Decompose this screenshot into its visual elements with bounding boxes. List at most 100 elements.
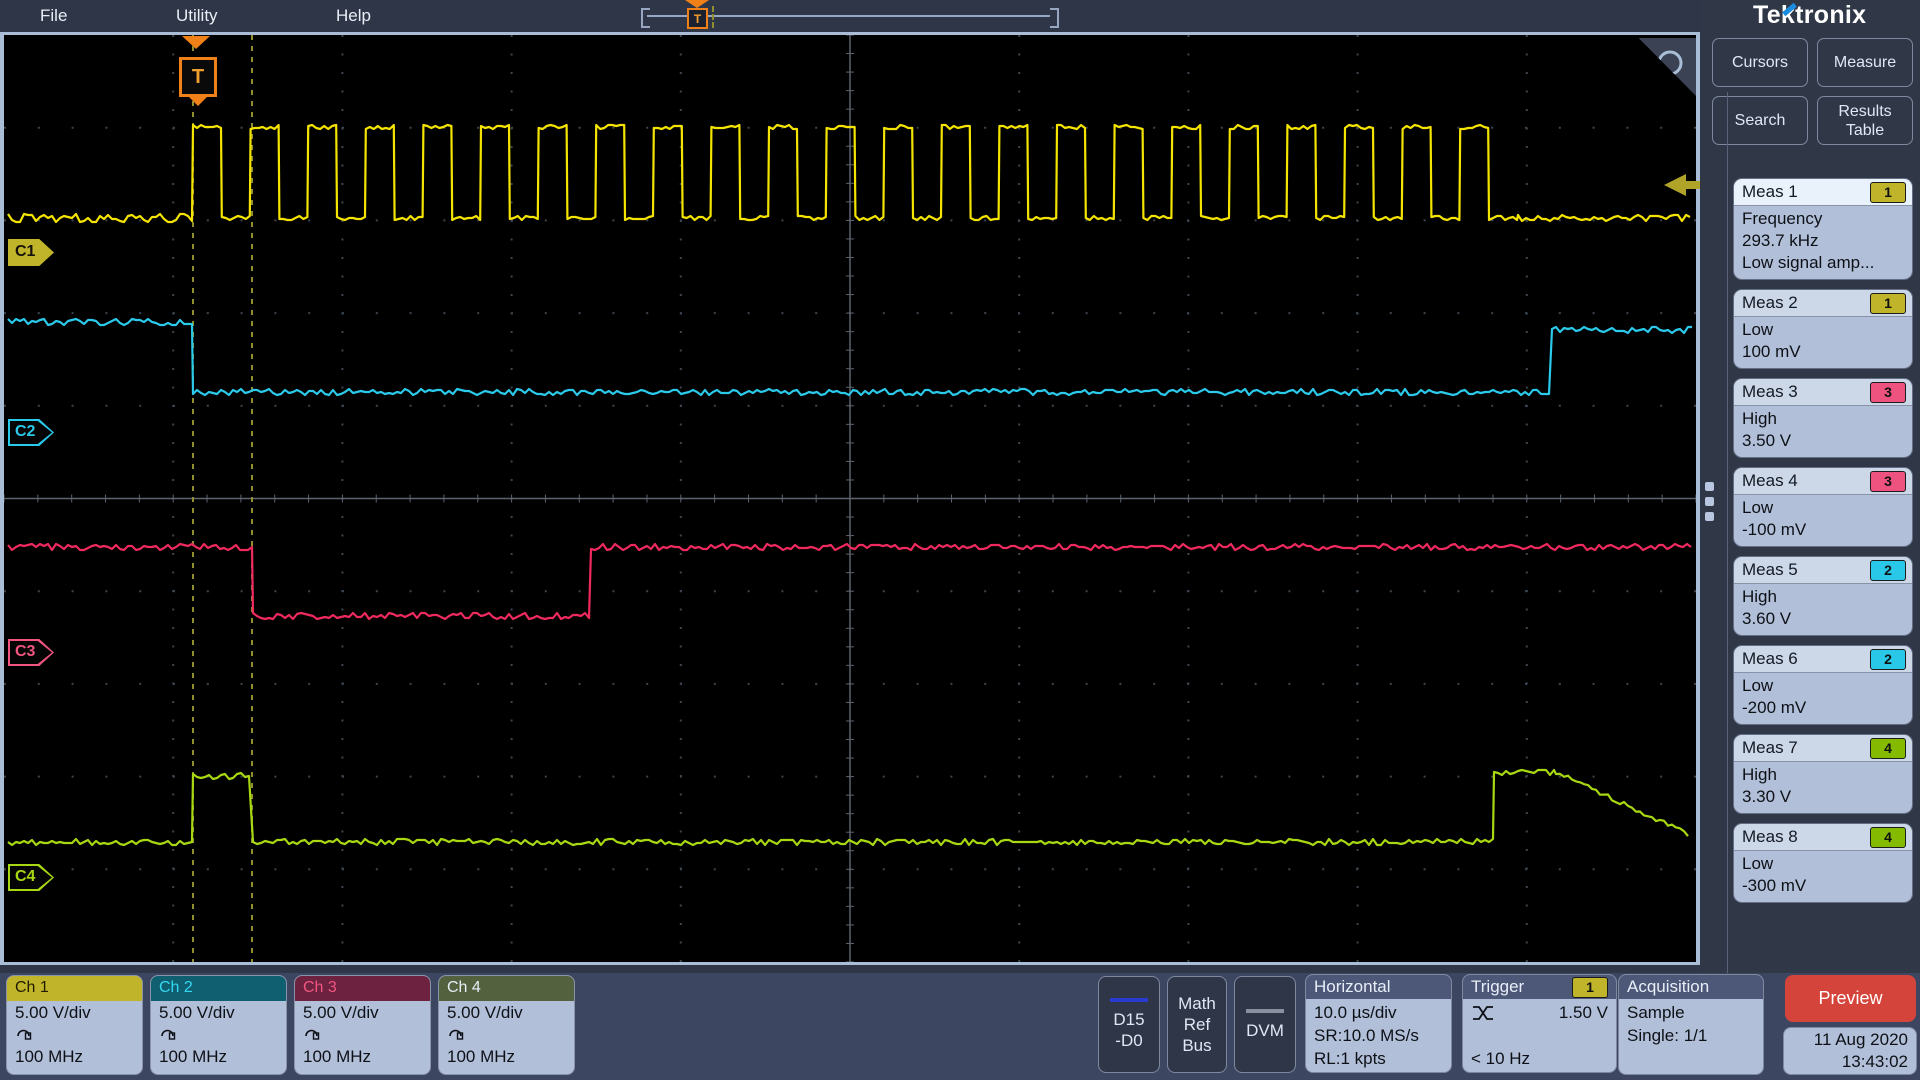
channel-tag-label: C2 [15, 423, 35, 441]
channel-label: Ch 2 [151, 976, 286, 1001]
channel-bandwidth: 100 MHz [159, 1046, 278, 1068]
meas-type: High [1742, 408, 1904, 430]
dvm-label: DVM [1246, 1020, 1284, 1041]
panel-drag-handle[interactable] [1701, 482, 1717, 530]
trigger-marker-pointer-icon [189, 97, 207, 106]
meas-title: Meas 2 [1742, 293, 1798, 313]
results-table-button[interactable]: Results Table [1817, 96, 1913, 145]
acquisition-title: Acquisition [1627, 977, 1709, 997]
meas-type: High [1742, 586, 1904, 608]
preview-button[interactable]: Preview [1785, 975, 1916, 1022]
meas-title: Meas 6 [1742, 649, 1798, 669]
channel-scale: 5.00 V/div [159, 1002, 278, 1024]
channel-bandwidth: 100 MHz [303, 1046, 422, 1068]
digital-accent-line [1110, 998, 1148, 1002]
trigger-level: 1.50 V [1559, 1001, 1608, 1024]
dvm-accent-line [1246, 1009, 1284, 1013]
horizontal-panel[interactable]: Horizontal 10.0 µs/div SR:10.0 MS/s RL:1… [1305, 974, 1452, 1073]
meas-tile-2[interactable]: Meas 2 1 Low100 mV [1733, 289, 1913, 369]
channel-label: Ch 3 [295, 976, 430, 1001]
meas-value: 3.50 V [1742, 430, 1904, 452]
probe-icon [303, 1025, 320, 1040]
dvm-button[interactable]: DVM [1234, 976, 1296, 1073]
trigger-level-arrow-tail [1686, 181, 1700, 189]
channel-badge-ch3[interactable]: Ch 3 5.00 V/div 100 MHz [294, 975, 431, 1075]
probe-icon [15, 1025, 32, 1040]
acquisition-mode: Sample [1627, 1001, 1755, 1024]
trigger-position-flag[interactable]: T [687, 8, 708, 29]
time-text: 13:43:02 [1842, 1051, 1908, 1073]
digital-label-1: D15 [1113, 1009, 1144, 1030]
meas-value: 293.7 kHz [1742, 230, 1904, 252]
cursors-button[interactable]: Cursors [1712, 38, 1808, 87]
meas-type: Low [1742, 497, 1904, 519]
bracket-right-icon [1050, 8, 1059, 28]
meas-type: High [1742, 764, 1904, 786]
trigger-marker[interactable]: T [179, 57, 217, 97]
meas-value: -300 mV [1742, 875, 1904, 897]
meas-source-badge: 1 [1870, 293, 1906, 314]
math-ref-bus-button[interactable]: Math Ref Bus [1167, 976, 1227, 1073]
meas-tile-5[interactable]: Meas 52 High3.60 V [1733, 556, 1913, 636]
meas-type: Low [1742, 675, 1904, 697]
waveform-view: C1 C2 C3 C4 T [0, 32, 1700, 965]
meas-tile-6[interactable]: Meas 62 Low-200 mV [1733, 645, 1913, 725]
channel-bandwidth: 100 MHz [15, 1046, 134, 1068]
date-text: 11 Aug 2020 [1814, 1029, 1908, 1051]
horizontal-title: Horizontal [1314, 977, 1391, 997]
channel-scale: 5.00 V/div [303, 1002, 422, 1024]
meas-value: 3.60 V [1742, 608, 1904, 630]
meas-value: 100 mV [1742, 341, 1904, 363]
channel-badge-ch2[interactable]: Ch 2 5.00 V/div 100 MHz [150, 975, 287, 1075]
meas-title: Meas 1 [1742, 182, 1798, 202]
meas-type: Frequency [1742, 208, 1904, 230]
channel-badge-ch1[interactable]: Ch 1 5.00 V/div 100 MHz [6, 975, 143, 1075]
meas-source-badge: 3 [1870, 382, 1906, 403]
channel-tag-label: C1 [15, 243, 35, 261]
menu-item-file[interactable]: File [40, 0, 67, 32]
horizontal-sample-rate: SR:10.0 MS/s [1314, 1024, 1443, 1047]
acquisition-panel[interactable]: Acquisition Sample Single: 1/1 [1618, 974, 1764, 1075]
channel-label: Ch 1 [7, 976, 142, 1001]
datetime-display[interactable]: 11 Aug 2020 13:43:02 [1783, 1027, 1917, 1075]
trigger-level-arrow-icon [1664, 174, 1686, 196]
probe-icon [159, 1025, 176, 1040]
bracket-left-icon [641, 8, 650, 28]
digital-channels-button[interactable]: D15 -D0 [1098, 976, 1160, 1073]
measure-button[interactable]: Measure [1817, 38, 1913, 87]
channel-scale: 5.00 V/div [15, 1002, 134, 1024]
menu-item-help[interactable]: Help [336, 0, 371, 32]
meas-value: -100 mV [1742, 519, 1904, 541]
meas-source-badge: 3 [1870, 471, 1906, 492]
menu-item-utility[interactable]: Utility [176, 0, 218, 32]
meas-source-badge: 2 [1870, 560, 1906, 581]
ref-label: Ref [1184, 1014, 1210, 1035]
meas-title: Meas 7 [1742, 738, 1798, 758]
trigger-frequency: < 10 Hz [1471, 1047, 1608, 1070]
meas-value: 3.30 V [1742, 786, 1904, 808]
channel-tag-label: C4 [15, 868, 35, 886]
tektronix-logo: Tektronix [1753, 1, 1866, 30]
menu-bar: File Utility Help T [0, 0, 1920, 32]
digital-label-2: -D0 [1115, 1030, 1142, 1051]
edge-trigger-icon [1471, 1005, 1495, 1021]
trigger-level-arrow[interactable] [1664, 174, 1700, 196]
trigger-title: Trigger [1471, 977, 1524, 997]
meas-title: Meas 4 [1742, 471, 1798, 491]
bus-label: Bus [1182, 1035, 1211, 1056]
acquisition-count: Single: 1/1 [1627, 1024, 1755, 1047]
channel-badge-ch4[interactable]: Ch 4 5.00 V/div 100 MHz [438, 975, 575, 1075]
channel-tag-label: C3 [15, 643, 35, 661]
trigger-panel[interactable]: Trigger 1 1.50 V < 10 Hz [1462, 974, 1617, 1073]
trigger-position-arrow-icon [685, 0, 709, 8]
meas-tile-1[interactable]: Meas 11 Frequency293.7 kHzLow signal amp… [1733, 178, 1913, 280]
meas-tile-4[interactable]: Meas 4 3 Low-100 mV [1733, 467, 1913, 547]
channel-scale: 5.00 V/div [447, 1002, 566, 1024]
meas-tile-3[interactable]: Meas 33 High3.50 V [1733, 378, 1913, 458]
meas-value: -200 mV [1742, 697, 1904, 719]
meas-tile-8[interactable]: Meas 84 Low-300 mV [1733, 823, 1913, 903]
meas-type: Low [1742, 319, 1904, 341]
channel-label: Ch 4 [439, 976, 574, 1001]
meas-source-badge: 4 [1870, 827, 1906, 848]
meas-tile-7[interactable]: Meas 74 High3.30 V [1733, 734, 1913, 814]
